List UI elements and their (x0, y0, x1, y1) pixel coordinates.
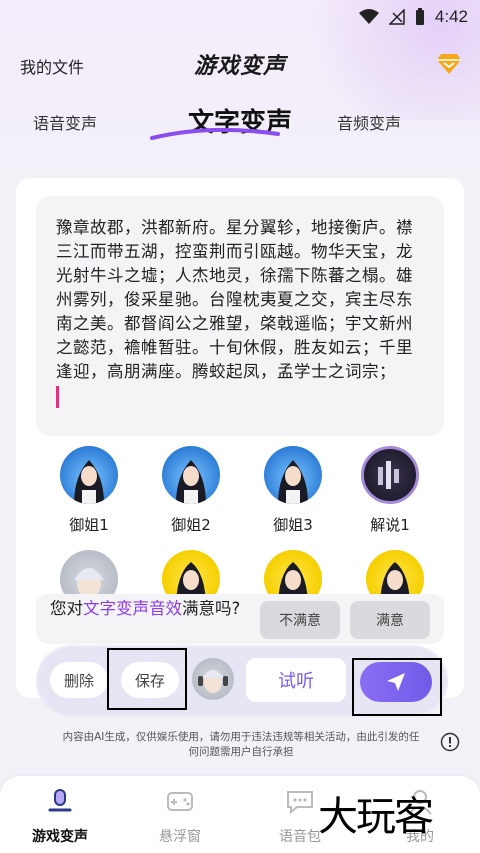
signal-icon (388, 9, 405, 25)
voice-label: 御姐1 (69, 516, 109, 534)
clock: 4:42 (434, 7, 468, 26)
gamepad-icon (167, 792, 193, 811)
dissatisfied-button[interactable]: 不满意 (260, 601, 340, 639)
nav-floating-window[interactable]: 悬浮窗 (130, 788, 230, 846)
satisfied-button[interactable]: 满意 (350, 601, 430, 639)
avatar (162, 446, 220, 504)
nav-label: 悬浮窗 (159, 829, 201, 845)
status-bar: 4:42 (358, 6, 468, 28)
vip-diamond-icon[interactable] (436, 52, 462, 76)
microphone-icon (48, 789, 72, 812)
text-input-area[interactable]: 豫章故郡，洪都新府。星分翼轸，地接衡庐。襟三江而带五湖，控蛮荆而引瓯越。物华天宝… (36, 196, 444, 436)
save-highlight-box (107, 648, 187, 710)
delete-button[interactable]: 删除 (50, 662, 108, 698)
voice-option-yujie-2[interactable]: 御姐2 (146, 446, 236, 535)
feedback-question: 您对文字变声音效满意吗? (50, 599, 241, 618)
voice-option-narrator-1[interactable]: 解说1 (345, 446, 435, 535)
ai-disclaimer: 内容由AI生成，仅供娱乐使用，请勿用于违法违规等相关活动，由此引发的任何问题需用… (62, 731, 420, 758)
active-tab-underline (150, 127, 280, 140)
voice-label: 御姐3 (273, 516, 313, 534)
battery-icon (415, 8, 424, 25)
send-highlight-box (352, 658, 442, 716)
voice-label: 御姐2 (171, 516, 211, 534)
selected-voice-avatar (192, 658, 234, 700)
avatar (264, 446, 322, 504)
voice-label: 解说1 (370, 516, 410, 534)
text-input-content[interactable]: 豫章故郡，洪都新府。星分翼轸，地接衡庐。襟三江而带五湖，控蛮荆而引瓯越。物华天宝… (56, 216, 424, 384)
voice-option-yujie-1[interactable]: 御姐1 (44, 446, 134, 535)
text-cursor (56, 386, 59, 408)
sound-wave-icon (378, 461, 399, 489)
avatar-selected (361, 446, 419, 504)
tab-audio-change[interactable]: 音频变声 (337, 110, 401, 134)
avatar (60, 446, 118, 504)
nav-game-voice[interactable]: 游戏变声 (10, 788, 110, 846)
voice-option-yujie-3[interactable]: 御姐3 (248, 446, 338, 535)
wifi-icon (358, 9, 379, 24)
nav-label: 游戏变声 (32, 829, 88, 845)
chat-bubble-icon (287, 791, 313, 815)
watermark-text: 大玩客 (318, 794, 434, 840)
listen-button[interactable]: 试听 (246, 658, 346, 702)
page-title: 游戏变声 (193, 54, 286, 79)
info-icon[interactable] (440, 732, 460, 752)
